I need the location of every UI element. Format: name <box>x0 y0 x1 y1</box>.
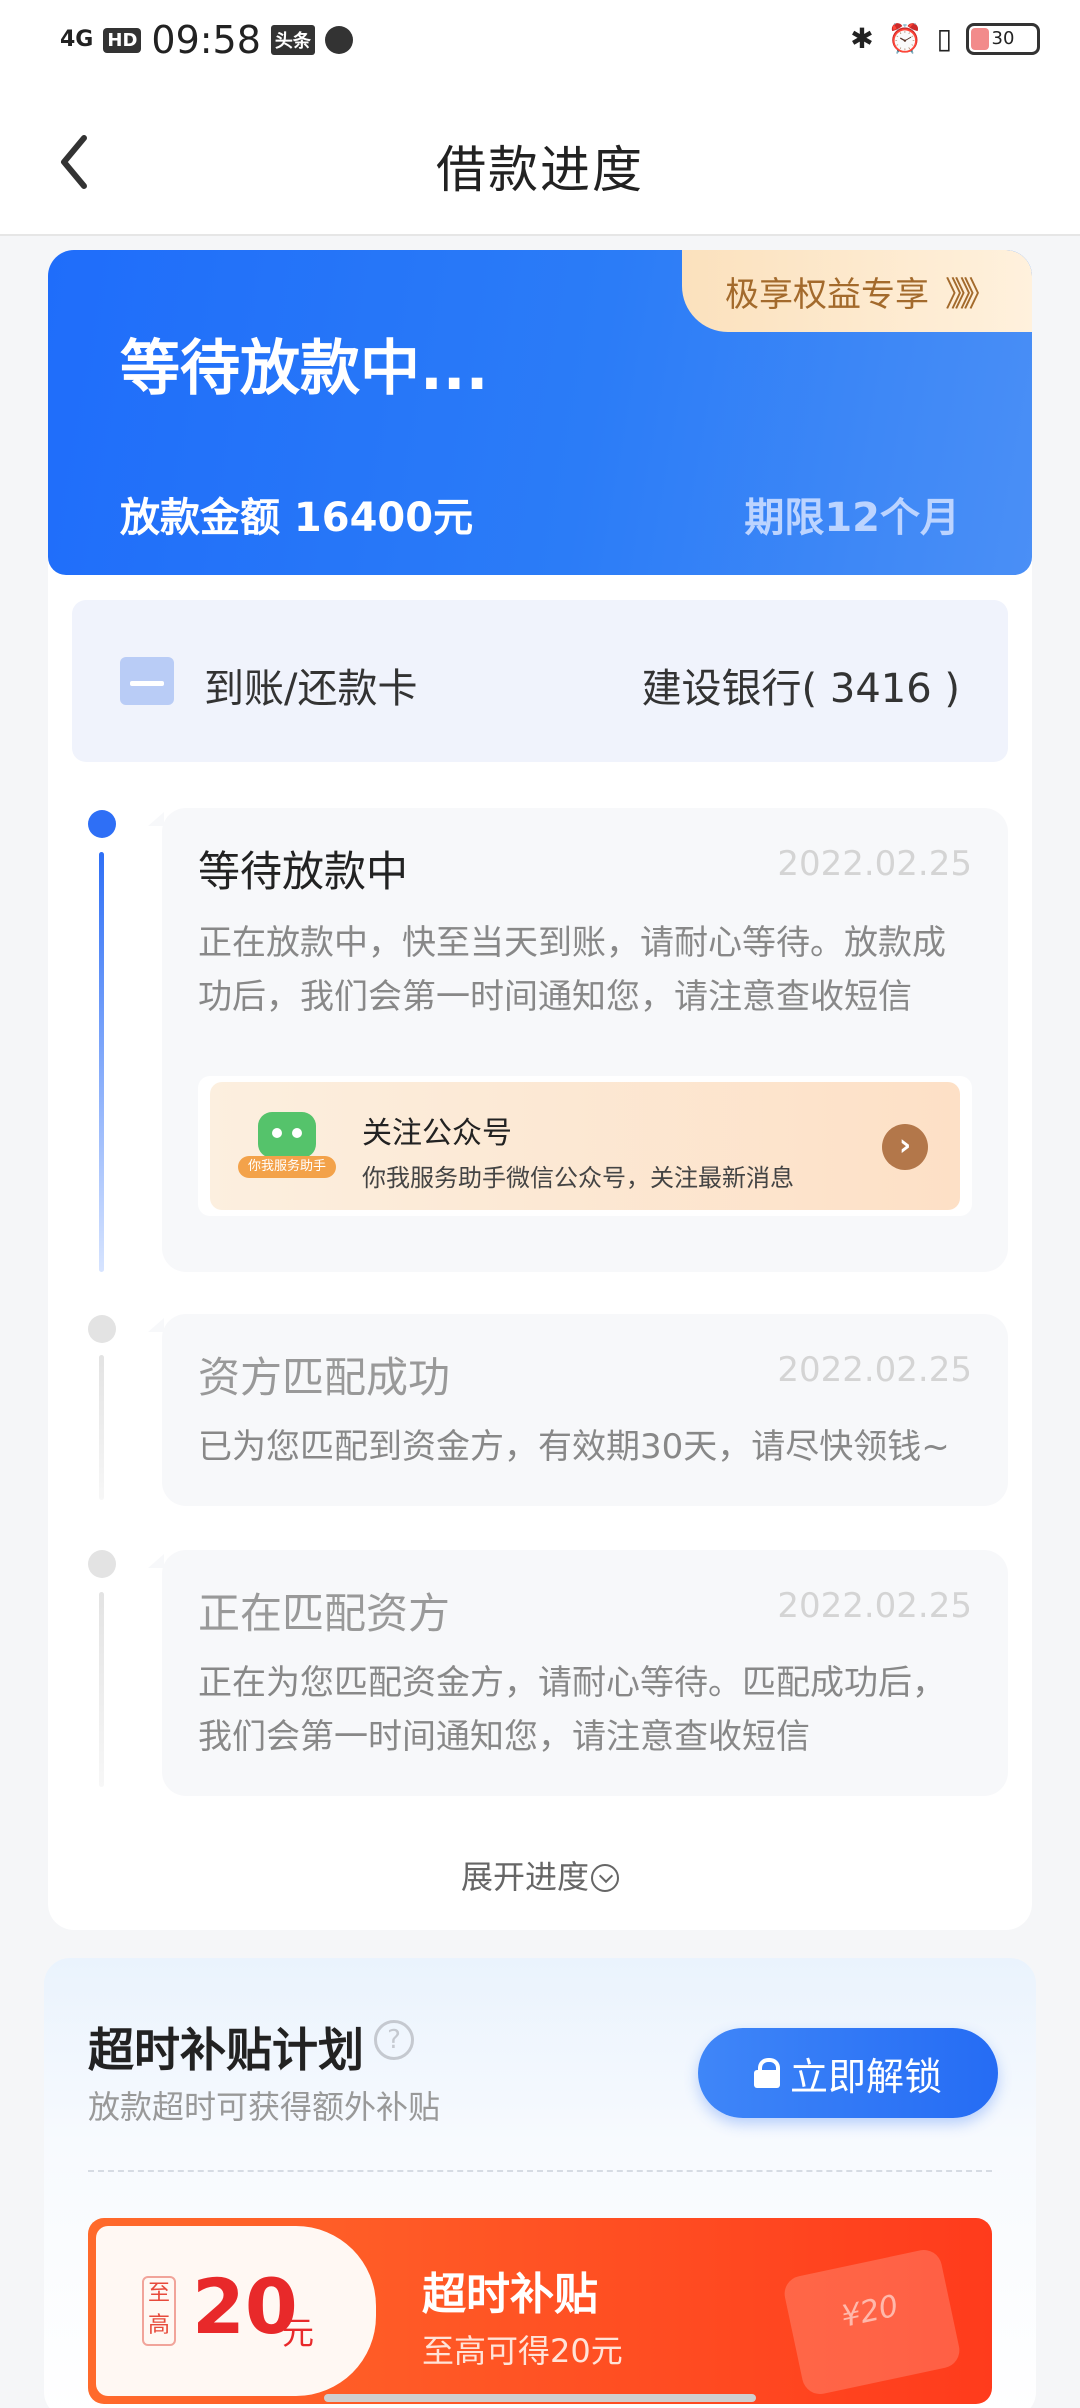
step-title: 等待放款中 <box>198 847 409 896</box>
notification-dot-icon <box>324 26 353 54</box>
step-date: 2022.02.25 <box>777 844 972 884</box>
app-notification-icon: 头条 <box>270 25 315 55</box>
step-date: 2022.02.25 <box>777 1350 972 1390</box>
help-icon[interactable]: ? <box>374 2020 414 2060</box>
subsidy-coupon[interactable]: 至高 20 元 超时补贴 至高可得20元 ¥20 <box>88 2218 992 2404</box>
bluetooth-icon: ✱ <box>850 22 874 55</box>
loan-amount: 放款金额 16400元 <box>120 495 474 541</box>
coupon-unit: 元 <box>282 2314 315 2352</box>
progress-step-matched: 资方匹配成功 2022.02.25 已为您匹配到资金方，有效期30天，请尽快领钱… <box>148 1314 1008 1506</box>
subsidy-title: 超时补贴计划 <box>88 2023 364 2077</box>
coupon-subtitle: 至高可得20元 <box>422 2332 623 2370</box>
expand-progress-label: 展开进度 <box>460 1858 589 1896</box>
chevron-right-icon[interactable]: › <box>882 1124 928 1170</box>
progress-step-matching: 正在匹配资方 2022.02.25 正在为您匹配资金方，请耐心等待。匹配成功后，… <box>148 1550 1008 1796</box>
step-title: 正在匹配资方 <box>198 1589 451 1638</box>
timeline-line <box>99 1355 104 1500</box>
step-description: 正在为您匹配资金方，请耐心等待。匹配成功后，我们会第一时间通知您，请注意查收短信 <box>198 1663 946 1757</box>
coupon-amount-panel: 至高 20 元 <box>96 2226 376 2396</box>
expand-progress-button[interactable]: 展开进度 <box>0 1852 1080 1898</box>
red-envelope-icon: ¥20 <box>781 2246 963 2398</box>
follow-title: 关注公众号 <box>362 1116 512 1151</box>
home-indicator[interactable] <box>324 2394 756 2402</box>
timeline-dot-active <box>88 810 116 838</box>
loan-status-hero: 等待放款中... 极享权益专享 》》》 放款金额 16400元 期限12个月 <box>48 250 1032 575</box>
timeline-line <box>99 1592 104 1787</box>
wechat-badge: 你我服务助手 <box>238 1156 336 1178</box>
status-right: ✱ ⏰ ▯ 30 <box>850 22 1040 55</box>
battery-level: 30 <box>991 28 1015 49</box>
subsidy-plan-card: 超时补贴计划 ? 放款超时可获得额外补贴 立即解锁 至高 20 元 超时补贴 至… <box>44 1958 1036 2408</box>
signal-indicator: 4G <box>60 27 94 52</box>
triple-chevron-icon: 》》》 <box>945 274 997 315</box>
hd-badge: HD <box>103 27 142 53</box>
step-date: 2022.02.25 <box>777 1586 972 1626</box>
coupon-title: 超时补贴 <box>422 2269 598 2320</box>
follow-subtitle: 你我服务助手微信公众号，关注最新消息 <box>362 1164 794 1192</box>
dashed-divider <box>88 2170 992 2172</box>
unlock-button[interactable]: 立即解锁 <box>698 2028 998 2118</box>
battery-icon: 30 <box>966 22 1040 55</box>
loan-term: 期限12个月 <box>744 495 960 541</box>
follow-account-banner[interactable]: 你我服务助手 关注公众号 你我服务助手微信公众号，关注最新消息 › <box>198 1076 972 1216</box>
progress-step-waiting: 等待放款中 2022.02.25 正在放款中，快至当天到账，请耐心等待。放款成功… <box>148 808 1008 1272</box>
timeline-line-active <box>99 852 104 1272</box>
status-left: 4G HD 09:58 头条 <box>60 18 353 62</box>
step-description: 正在放款中，快至当天到账，请耐心等待。放款成功后，我们会第一时间通知您，请注意查… <box>198 923 946 1017</box>
follow-account-inner: 你我服务助手 关注公众号 你我服务助手微信公众号，关注最新消息 › <box>210 1082 960 1210</box>
nav-bar: 借款进度 <box>0 86 1080 236</box>
bank-card-row: 到账/还款卡 建设银行( 3416 ) <box>72 600 1008 762</box>
wechat-logo-icon: 你我服务助手 <box>238 1112 336 1182</box>
alarm-icon: ⏰ <box>887 22 923 55</box>
status-bar: 4G HD 09:58 头条 ✱ ⏰ ▯ 30 <box>0 0 1080 86</box>
benefit-tag-button[interactable]: 极享权益专享 》》》 <box>682 250 1032 332</box>
loan-status-text: 等待放款中... <box>120 334 489 404</box>
unlock-label: 立即解锁 <box>789 2054 942 2099</box>
bank-card-label: 到账/还款卡 <box>204 666 418 712</box>
step-title: 资方匹配成功 <box>198 1353 451 1402</box>
chevron-down-circle-icon <box>591 1864 619 1892</box>
bank-card-value: 建设银行( 3416 ) <box>641 666 960 712</box>
status-time: 09:58 <box>151 18 261 62</box>
lock-icon <box>753 2058 780 2088</box>
subsidy-description: 放款超时可获得额外补贴 <box>88 2088 441 2126</box>
coupon-max-tag: 至高 <box>142 2276 176 2346</box>
page-title: 借款进度 <box>436 141 644 199</box>
timeline-dot <box>88 1315 116 1343</box>
vibrate-icon: ▯ <box>936 22 952 55</box>
step-description: 已为您匹配到资金方，有效期30天，请尽快领钱~ <box>198 1427 950 1467</box>
bank-card-icon <box>120 657 174 705</box>
timeline-dot <box>88 1550 116 1578</box>
benefit-label: 极享权益专享 <box>725 274 929 315</box>
